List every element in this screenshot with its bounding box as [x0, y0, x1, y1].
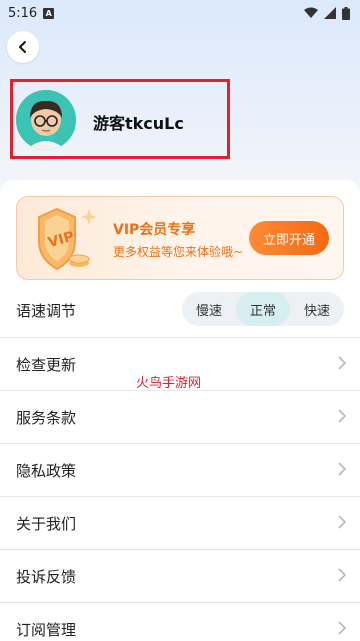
speed-label: 语速调节: [16, 302, 77, 320]
status-right: [304, 6, 350, 20]
list-item-label: 服务条款: [16, 408, 77, 427]
list-item-label: 投诉反馈: [16, 567, 77, 586]
profile-header[interactable]: 游客tkcuLc: [10, 79, 230, 159]
list-item-feedback[interactable]: 投诉反馈: [0, 549, 360, 602]
vip-badge-icon: VIP: [19, 199, 109, 279]
back-button[interactable]: [7, 31, 39, 63]
wifi-icon: [304, 7, 318, 18]
list-item-label: 关于我们: [16, 514, 77, 533]
chevron-right-icon: [338, 462, 346, 476]
list-item-label: 检查更新: [16, 355, 77, 374]
list-item-label: 订阅管理: [16, 620, 77, 639]
chevron-left-icon: [19, 41, 26, 53]
notification-a-icon: A: [43, 7, 55, 19]
list-item-subscription[interactable]: 订阅管理: [0, 602, 360, 641]
chevron-right-icon: [338, 409, 346, 423]
vip-subtitle: 更多权益等您来体验哦~: [113, 245, 244, 259]
screen: 5:16 A 游客tkcuLc VIP VIP会员专享 更多权益等您来体验哦~ …: [0, 0, 360, 641]
vip-banner[interactable]: VIP VIP会员专享 更多权益等您来体验哦~ 立即开通: [16, 196, 344, 280]
status-time: 5:16: [8, 5, 38, 21]
settings-card: VIP VIP会员专享 更多权益等您来体验哦~ 立即开通 语速调节 慢速 正常 …: [0, 180, 360, 641]
chevron-right-icon: [338, 621, 346, 635]
chevron-right-icon: [338, 356, 346, 370]
chevron-right-icon: [338, 515, 346, 529]
status-bar: 5:16 A: [0, 0, 360, 26]
list-item-label: 隐私政策: [16, 461, 77, 480]
list-item-about[interactable]: 关于我们: [0, 496, 360, 549]
signal-icon: [324, 7, 336, 19]
speed-selector: 慢速 正常 快速: [182, 292, 344, 326]
speed-option-normal[interactable]: 正常: [236, 292, 290, 326]
list-item-privacy[interactable]: 隐私政策: [0, 443, 360, 496]
list-item-terms[interactable]: 服务条款: [0, 390, 360, 443]
speed-option-slow[interactable]: 慢速: [182, 292, 236, 326]
avatar-boy-icon: [16, 90, 76, 150]
speed-row: 语速调节 慢速 正常 快速: [0, 290, 360, 330]
status-left: 5:16 A: [8, 5, 55, 21]
vip-title: VIP会员专享: [113, 222, 196, 238]
battery-icon: [342, 6, 350, 20]
avatar[interactable]: [16, 90, 76, 150]
vip-open-button[interactable]: 立即开通: [249, 221, 329, 255]
watermark: 火鸟手游网: [136, 376, 202, 391]
username: 游客tkcuLc: [93, 114, 184, 133]
chevron-right-icon: [338, 568, 346, 582]
speed-option-fast[interactable]: 快速: [290, 292, 344, 326]
